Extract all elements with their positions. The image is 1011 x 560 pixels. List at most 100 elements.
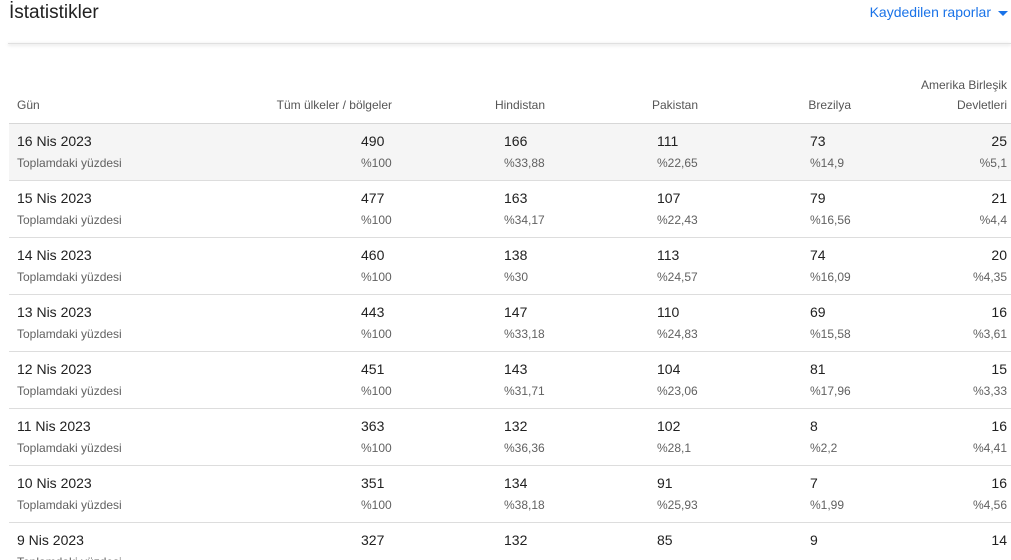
table-row[interactable]: 13 Nis 2023 Toplamdaki yüzdesi 443 %100 147%… <box>9 295 1011 352</box>
column-header-pakistan[interactable]: Pakistan <box>652 95 698 115</box>
india-percent: %30 <box>504 270 529 284</box>
pakistan-percent: %28,1 <box>657 441 692 455</box>
india-percent: %38,18 <box>504 498 545 512</box>
usa-percent: %5,1 <box>979 156 1007 170</box>
table-row[interactable]: 10 Nis 2023 Toplamdaki yüzdesi 351 %100 134%… <box>9 466 1011 523</box>
percent-of-total-label: Toplamdaki yüzdesi <box>17 213 122 227</box>
india-percent: %34,17 <box>504 213 545 227</box>
day-cell: 13 Nis 2023 Toplamdaki yüzdesi <box>17 304 122 342</box>
usa-percent: %4,41 <box>972 441 1007 455</box>
pakistan-percent: %22,43 <box>657 213 698 227</box>
table-row[interactable]: 11 Nis 2023 Toplamdaki yüzdesi 363 %100 132%… <box>9 409 1011 466</box>
all-percent: %100 <box>361 213 392 227</box>
usa-value: 16 <box>991 304 1007 320</box>
brazil-percent: %16,56 <box>810 213 851 227</box>
table-row[interactable]: 15 Nis 2023 Toplamdaki yüzdesi 477 %100 163%… <box>9 181 1011 238</box>
all-percent: %100 <box>361 498 392 512</box>
brazil-percent: %16,09 <box>810 270 851 284</box>
all-value: 490 <box>361 133 385 149</box>
day-value: 14 Nis 2023 <box>17 247 92 263</box>
pakistan-percent: %24,83 <box>657 327 698 341</box>
column-header-india[interactable]: Hindistan <box>495 95 545 115</box>
brazil-value: 74 <box>810 247 826 263</box>
day-cell: 15 Nis 2023 Toplamdaki yüzdesi <box>17 190 122 228</box>
day-cell: 9 Nis 2023 Toplamdaki yüzdesi <box>17 532 122 560</box>
header-divider <box>8 43 1011 44</box>
table-body: 16 Nis 2023 Toplamdaki yüzdesi 490 %100 166%… <box>9 124 1011 560</box>
all-percent: %100 <box>361 384 392 398</box>
column-header-all[interactable]: Tüm ülkeler / bölgeler <box>277 95 392 115</box>
pakistan-value: 107 <box>657 190 681 206</box>
india-cell: 134 %38,18 <box>504 475 564 513</box>
column-header-usa[interactable]: Amerika Birleşik Devletleri <box>897 75 1007 115</box>
india-percent: %31,71 <box>504 384 545 398</box>
brazil-value: 8 <box>810 418 818 434</box>
all-cell: 363 %100 <box>361 418 421 456</box>
all-value: 443 <box>361 304 385 320</box>
india-value: 163 <box>504 190 528 206</box>
pakistan-cell: 91 %25,93 <box>657 475 717 513</box>
all-value: 477 <box>361 190 385 206</box>
column-header-brazil[interactable]: Brezilya <box>808 95 851 115</box>
column-header-day[interactable]: Gün <box>17 95 40 115</box>
percent-of-total-label: Toplamdaki yüzdesi <box>17 270 122 284</box>
brazil-value: 79 <box>810 190 826 206</box>
table-row[interactable]: 12 Nis 2023 Toplamdaki yüzdesi 451 %100 143%… <box>9 352 1011 409</box>
pakistan-value: 102 <box>657 418 681 434</box>
brazil-percent: %17,96 <box>810 384 851 398</box>
brazil-percent: %14,9 <box>810 156 845 170</box>
brazil-cell: 79 %16,56 <box>810 190 870 228</box>
all-value: 460 <box>361 247 385 263</box>
day-cell: 12 Nis 2023 Toplamdaki yüzdesi <box>17 361 122 399</box>
saved-reports-label: Kaydedilen raporlar <box>869 4 991 20</box>
percent-of-total-label: Toplamdaki yüzdesi <box>17 441 122 455</box>
usa-cell: 25 %5,1 <box>947 133 1007 171</box>
table-row[interactable]: 14 Nis 2023 Toplamdaki yüzdesi 460 %100 138%… <box>9 238 1011 295</box>
pakistan-value: 110 <box>657 304 680 320</box>
all-cell: 451 %100 <box>361 361 421 399</box>
all-value: 327 <box>361 532 385 548</box>
india-value: 166 <box>504 133 528 149</box>
all-value: 363 <box>361 418 385 434</box>
caret-down-icon <box>998 10 1008 16</box>
india-cell: 132 <box>504 532 564 554</box>
india-cell: 147 %33,18 <box>504 304 564 342</box>
usa-value: 15 <box>991 361 1007 377</box>
statistics-page: İstatistikler Kaydedilen raporlar Gün Tü… <box>0 0 1011 560</box>
day-cell: 14 Nis 2023 Toplamdaki yüzdesi <box>17 247 122 285</box>
percent-of-total-label: Toplamdaki yüzdesi <box>17 384 122 398</box>
table-row[interactable]: 16 Nis 2023 Toplamdaki yüzdesi 490 %100 166%… <box>9 124 1011 181</box>
all-value: 451 <box>361 361 385 377</box>
column-header-usa-line1: Amerika Birleşik <box>920 78 1007 92</box>
all-cell: 351 %100 <box>361 475 421 513</box>
brazil-cell: 8 %2,2 <box>810 418 870 456</box>
brazil-value: 7 <box>810 475 818 491</box>
pakistan-value: 91 <box>657 475 673 491</box>
column-header-usa-line2: Devletleri <box>956 98 1007 112</box>
all-percent: %100 <box>361 270 392 284</box>
usa-cell: 15 %3,33 <box>947 361 1007 399</box>
saved-reports-dropdown[interactable]: Kaydedilen raporlar <box>870 2 1008 22</box>
india-percent: %33,18 <box>504 327 545 341</box>
day-cell: 16 Nis 2023 Toplamdaki yüzdesi <box>17 133 122 171</box>
usa-cell: 16 %4,56 <box>947 475 1007 513</box>
usa-percent: %3,61 <box>972 327 1007 341</box>
usa-value: 20 <box>991 247 1007 263</box>
brazil-cell: 81 %17,96 <box>810 361 870 399</box>
india-value: 147 <box>504 304 528 320</box>
pakistan-cell: 113 %24,57 <box>657 247 717 285</box>
usa-value: 21 <box>991 190 1007 206</box>
pakistan-percent: %23,06 <box>657 384 698 398</box>
usa-cell: 14 <box>947 532 1007 554</box>
usa-percent: %4,56 <box>972 498 1007 512</box>
pakistan-cell: 107 %22,43 <box>657 190 717 228</box>
india-cell: 138 %30 <box>504 247 564 285</box>
brazil-value: 81 <box>810 361 826 377</box>
pakistan-value: 104 <box>657 361 681 377</box>
india-cell: 163 %34,17 <box>504 190 564 228</box>
brazil-percent: %15,58 <box>810 327 851 341</box>
table-row[interactable]: 9 Nis 2023 Toplamdaki yüzdesi 327 132 85 9 14 <box>9 523 1011 560</box>
all-percent: %100 <box>361 156 392 170</box>
pakistan-cell: 102 %28,1 <box>657 418 717 456</box>
all-cell: 490 %100 <box>361 133 421 171</box>
